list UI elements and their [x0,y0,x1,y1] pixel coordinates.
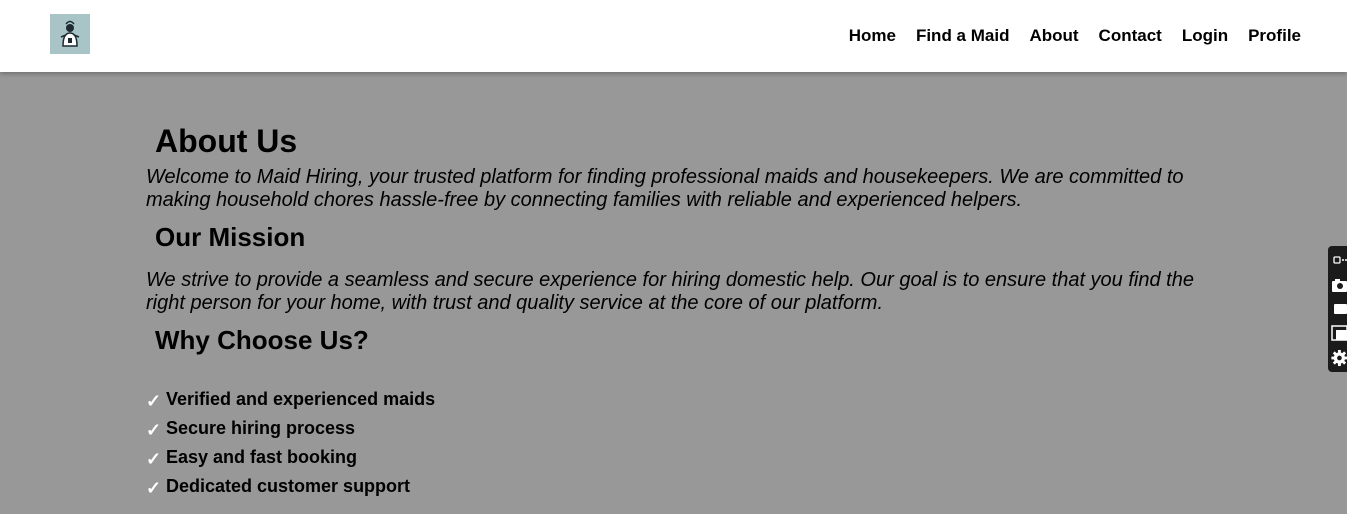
check-icon: ✓ [146,391,162,411]
feature-label: Verified and experienced maids [166,389,436,409]
nav-about-link[interactable]: About [1029,26,1078,46]
feature-label: Secure hiring process [166,418,356,438]
video-icon[interactable] [1330,299,1347,319]
navbar: Home Find a Maid About Contact Login Pro… [0,0,1347,72]
about-text: Welcome to Maid Hiring, your trusted pla… [146,166,1184,211]
main-nav: Home Find a Maid About Contact Login Pro… [849,0,1301,72]
about-title: About Us [155,123,298,159]
extension-icon[interactable] [1330,250,1347,270]
feature-item: ✓ Secure hiring process [146,414,1206,443]
camera-icon[interactable] [1330,275,1347,295]
gear-icon[interactable] [1330,348,1347,368]
feature-label: Easy and fast booking [166,447,358,467]
check-icon: ✓ [146,449,162,469]
feature-item: ✓ Easy and fast booking [146,443,1206,472]
screen-capture-toolbar [1328,246,1347,372]
nav-find-maid-link[interactable]: Find a Maid [916,26,1010,46]
maid-logo-icon[interactable] [50,14,90,54]
nav-home-link[interactable]: Home [849,26,896,46]
window-icon[interactable] [1330,323,1347,343]
check-icon: ✓ [146,420,162,440]
nav-profile-link[interactable]: Profile [1248,26,1301,46]
feature-label: Dedicated customer support [166,476,411,496]
about-content: About Us Welcome to Maid Hiring, your tr… [146,86,1206,501]
feature-item: ✓ Dedicated customer support [146,472,1206,501]
mission-title: Our Mission [155,222,306,252]
feature-item: ✓ Verified and experienced maids [146,385,1206,414]
feature-list: ✓ Verified and experienced maids ✓ Secur… [146,385,1206,501]
mission-text: We strive to provide a seamless and secu… [146,269,1194,314]
nav-contact-link[interactable]: Contact [1099,26,1162,46]
nav-login-link[interactable]: Login [1182,26,1228,46]
why-choose-title: Why Choose Us? [155,325,369,355]
check-icon: ✓ [146,478,162,498]
